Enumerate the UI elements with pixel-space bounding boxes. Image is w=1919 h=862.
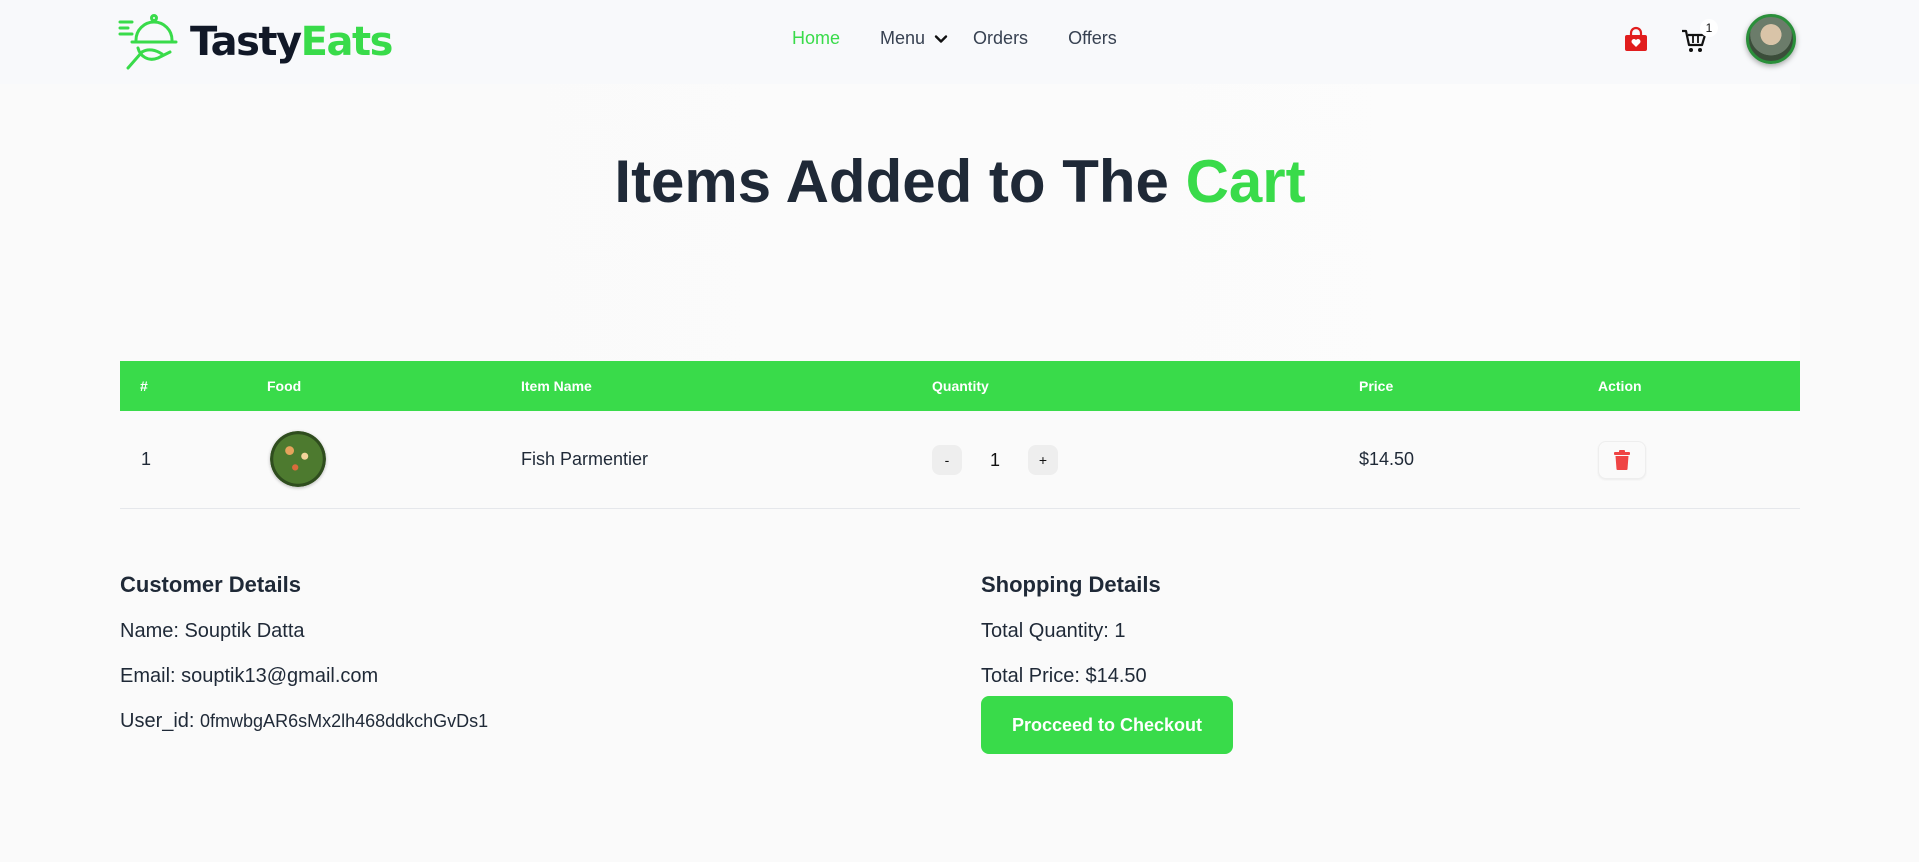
nav-orders[interactable]: Orders [973, 28, 1028, 49]
trash-icon [1614, 450, 1630, 470]
brand-name-part2: Eats [300, 19, 394, 65]
page-title: Items Added to The Cart [120, 146, 1800, 218]
cart-count-badge: 1 [1700, 19, 1718, 37]
user-avatar[interactable] [1746, 14, 1796, 64]
col-header-quantity: Quantity [932, 378, 989, 394]
chevron-down-icon [934, 34, 948, 43]
total-quantity: Total Quantity: 1 [981, 620, 1126, 642]
checkout-button[interactable]: Procceed to Checkout [981, 696, 1233, 754]
nav-links: Home Menu Orders Offers [792, 28, 1157, 49]
brand-logo[interactable]: TastyEats [118, 12, 394, 72]
nav-home[interactable]: Home [792, 28, 840, 49]
page-title-main: Items Added to The [614, 148, 1186, 215]
col-header-item-name: Item Name [521, 378, 592, 394]
shopping-bag-icon[interactable] [1623, 26, 1649, 52]
col-header-index: # [140, 378, 148, 394]
col-header-action: Action [1598, 378, 1642, 394]
customer-user-id: User_id: 0fmwbgAR6sMx2lh468ddkchGvDs1 [120, 710, 488, 733]
table-row: 1 Fish Parmentier - + $14.50 [120, 411, 1800, 509]
hero-banner: Items Added to The Cart [120, 84, 1800, 360]
item-price: $14.50 [1359, 449, 1415, 469]
brand-name: TastyEats [190, 19, 394, 65]
customer-details-heading: Customer Details [120, 572, 301, 597]
cart-table: # Food Item Name Quantity Price Action 1… [120, 361, 1800, 509]
nav-menu-label: Menu [880, 28, 926, 48]
quantity-decrease-button[interactable]: - [932, 445, 962, 475]
nav-offers[interactable]: Offers [1068, 28, 1117, 49]
col-header-price: Price [1359, 378, 1394, 394]
customer-email: Email: souptik13@gmail.com [120, 665, 379, 687]
delete-item-button[interactable] [1598, 441, 1646, 479]
shopping-details: Shopping Details Total Quantity: 1 Total… [981, 572, 1161, 710]
food-thumbnail [270, 431, 326, 487]
quantity-increase-button[interactable]: + [1028, 445, 1058, 475]
user-id-label: User_id: [120, 710, 201, 732]
quantity-input[interactable] [970, 445, 1020, 475]
customer-details: Customer Details Name: Souptik Datta Ema… [120, 572, 488, 755]
navbar: TastyEats Home Menu Orders Offers 1 [0, 0, 1919, 84]
user-id-value: 0fmwbgAR6sMx2lh468ddkchGvDs1 [200, 711, 489, 731]
total-price: Total Price: $14.50 [981, 665, 1147, 687]
item-name: Fish Parmentier [521, 449, 649, 469]
table-header: # Food Item Name Quantity Price Action [120, 361, 1800, 411]
nav-menu[interactable]: Menu [880, 28, 949, 49]
row-index: 1 [141, 449, 152, 469]
customer-name: Name: Souptik Datta [120, 620, 305, 642]
col-header-food: Food [267, 378, 302, 394]
page-title-accent: Cart [1185, 148, 1306, 215]
tasty-eats-logo-icon [118, 14, 178, 70]
brand-name-part1: Tasty [190, 19, 302, 65]
shopping-details-heading: Shopping Details [981, 572, 1161, 597]
